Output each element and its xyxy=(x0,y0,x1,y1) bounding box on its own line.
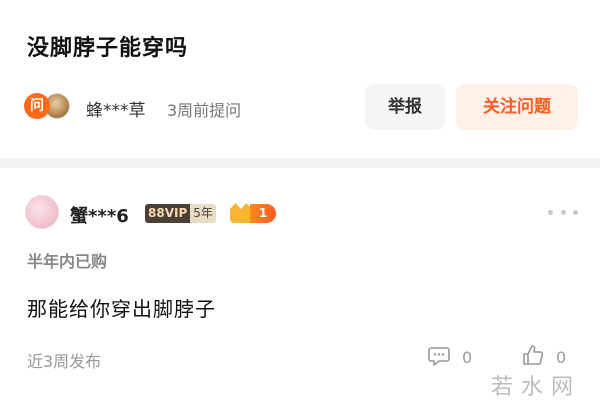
answerer-name[interactable]: 蟹***6 xyxy=(70,202,129,228)
answer-time: 近3周发布 xyxy=(27,352,102,371)
crown-icon xyxy=(230,203,252,223)
report-button[interactable]: 举报 xyxy=(365,84,445,130)
vip-badge: 88VIP 5年 xyxy=(145,204,216,223)
vip-label: 88VIP xyxy=(145,204,191,223)
ask-badge-icon: 问 xyxy=(24,93,50,119)
watermark: 若水网 xyxy=(491,375,582,400)
dot-icon xyxy=(548,209,553,215)
question-title: 没脚脖子能穿吗 xyxy=(27,36,189,61)
answer-card: 蟹***6 88VIP 5年 1 半年内已购 那能给你穿出脚脖子 近3周发布 0… xyxy=(0,168,600,403)
fan-level-badge: 1 xyxy=(230,203,276,223)
purchase-tag: 半年内已购 xyxy=(27,252,108,271)
fan-level-value: 1 xyxy=(250,204,276,223)
dot-icon xyxy=(560,209,566,215)
vip-years: 5年 xyxy=(190,204,216,223)
asker-name[interactable]: 蜂***草 xyxy=(86,96,146,121)
comment-count: 0 xyxy=(462,348,473,367)
section-divider xyxy=(0,158,600,168)
follow-question-button[interactable]: 关注问题 xyxy=(456,84,578,130)
ask-time: 3周前提问 xyxy=(167,101,242,120)
question-card: 没脚脖子能穿吗 问 蜂***草 3周前提问 举报 关注问题 xyxy=(0,0,600,158)
like-count: 0 xyxy=(556,348,567,367)
more-options-icon[interactable] xyxy=(548,206,578,218)
like-icon[interactable] xyxy=(522,344,544,366)
answer-text: 那能给你穿出脚脖子 xyxy=(27,297,216,321)
dot-icon xyxy=(573,209,578,215)
comment-icon[interactable] xyxy=(428,346,450,366)
answerer-avatar[interactable] xyxy=(25,195,59,229)
